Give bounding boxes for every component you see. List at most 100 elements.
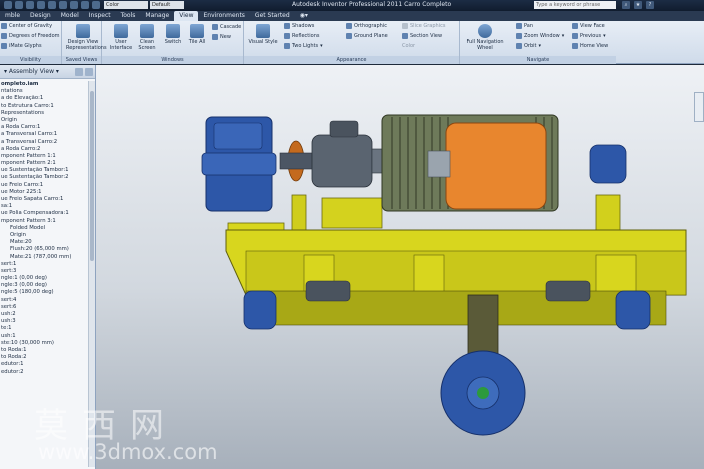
browser-node[interactable]: te:1 xyxy=(0,325,88,332)
beam-rib-2 xyxy=(413,254,445,294)
help-search-input[interactable]: Type a keyword or phrase xyxy=(534,1,616,9)
browser-node[interactable]: edutor:1 xyxy=(0,361,88,368)
update-icon[interactable] xyxy=(81,1,89,9)
redo-icon[interactable] xyxy=(48,1,56,9)
browser-node[interactable]: ue Polia Compensadora:1 xyxy=(0,210,88,217)
browser-node[interactable]: ngle:5 (180,00 deg) xyxy=(0,289,88,296)
browser-node[interactable]: Mate:21 (787,000 mm) xyxy=(0,254,88,261)
tab-design[interactable]: Design xyxy=(25,11,56,21)
browser-node[interactable]: ush:2 xyxy=(0,311,88,318)
browser-node[interactable]: Origin xyxy=(0,232,88,239)
navigation-wheel-icon xyxy=(478,24,492,38)
tab-environments[interactable]: Environments xyxy=(198,11,249,21)
view-face-button[interactable]: View Face xyxy=(572,23,605,29)
view-combo[interactable]: Default xyxy=(150,1,184,9)
browser-node[interactable]: mponent Pattern 1:1 xyxy=(0,153,88,160)
tab-view[interactable]: View xyxy=(174,11,199,21)
browser-node[interactable]: Mate:20 xyxy=(0,239,88,246)
scrollbar-thumb[interactable] xyxy=(90,91,94,261)
undo-icon[interactable] xyxy=(37,1,45,9)
browser-node[interactable]: to Roda:2 xyxy=(0,354,88,361)
pan-button[interactable]: Pan xyxy=(516,23,533,29)
browser-node[interactable]: a Transversal Carro:2 xyxy=(0,139,88,146)
browser-node[interactable]: sert:1 xyxy=(0,261,88,268)
browser-node[interactable]: mponent Pattern 2:1 xyxy=(0,160,88,167)
browser-node[interactable]: ue Freio Sapata Carro:1 xyxy=(0,196,88,203)
tab-tools[interactable]: Tools xyxy=(116,11,141,21)
orthographic-button[interactable]: Orthographic xyxy=(346,23,387,29)
full-navigation-wheel-button[interactable]: Full Navigation Wheel xyxy=(464,24,506,51)
browser-node[interactable]: ue Motor 225:1 xyxy=(0,189,88,196)
appearance-panel: Visual Style Shadows Reflections Two Lig… xyxy=(244,21,460,64)
search-icon[interactable]: ⌕ xyxy=(622,1,630,9)
browser-node[interactable]: ue Freio Carro:1 xyxy=(0,182,88,189)
browser-node[interactable]: sert:3 xyxy=(0,268,88,275)
new-icon[interactable] xyxy=(4,1,12,9)
browser-node[interactable]: sert:6 xyxy=(0,304,88,311)
save-icon[interactable] xyxy=(26,1,34,9)
ground-plane-button[interactable]: Ground Plane xyxy=(346,33,388,39)
pulley-center xyxy=(477,387,489,399)
tab-inspect[interactable]: Inspect xyxy=(84,11,116,21)
visual-style-button[interactable]: Visual Style xyxy=(248,24,278,45)
browser-view-dropdown[interactable]: ▾ Assembly View ▾ xyxy=(4,68,59,75)
browser-node[interactable]: Folded Model xyxy=(0,225,88,232)
navigation-bar[interactable] xyxy=(694,92,704,122)
reflections-button[interactable]: Reflections xyxy=(284,33,319,39)
filter-icon[interactable] xyxy=(75,68,83,76)
browser-node[interactable]: ngle:3 (0,00 deg) xyxy=(0,282,88,289)
home-view-button[interactable]: Home View xyxy=(572,43,608,49)
material-combo[interactable]: Color xyxy=(104,1,148,9)
browser-node[interactable]: a Roda Carro:1 xyxy=(0,124,88,131)
browser-node[interactable]: Flush:20 (65,000 mm) xyxy=(0,246,88,253)
browser-node[interactable]: ush:1 xyxy=(0,333,88,340)
browser-node[interactable]: sert:4 xyxy=(0,297,88,304)
open-icon[interactable] xyxy=(15,1,23,9)
browser-node[interactable]: a de Elevação:1 xyxy=(0,95,88,102)
cascade-button[interactable]: Cascade xyxy=(212,24,241,30)
browser-node[interactable]: ste:10 (30,000 mm) xyxy=(0,340,88,347)
tile-all-button[interactable]: Tile All xyxy=(182,24,212,45)
imate-glyphs-button[interactable]: iMate Glyphs xyxy=(1,43,42,49)
shadows-button[interactable]: Shadows xyxy=(284,23,314,29)
browser-node[interactable]: to Estrutura Carro:1 xyxy=(0,103,88,110)
ribbon-options-icon[interactable]: ◉▾ xyxy=(295,11,313,21)
design-view-representations-button[interactable]: Design View Representations xyxy=(66,24,107,51)
browser-node[interactable]: a Roda Carro:2 xyxy=(0,146,88,153)
orbit-button[interactable]: Orbit ▾ xyxy=(516,43,541,49)
browser-node[interactable]: ntations xyxy=(0,88,88,95)
browser-node[interactable]: ue Sustentação Tambor:1 xyxy=(0,167,88,174)
center-of-gravity-button[interactable]: Center of Gravity xyxy=(1,23,52,29)
graphics-viewport[interactable] xyxy=(96,65,704,469)
tab-get-started[interactable]: Get Started xyxy=(250,11,295,21)
degrees-of-freedom-button[interactable]: Degrees of Freedom xyxy=(1,33,60,39)
browser-node[interactable]: ue Sustentação Tambor:2 xyxy=(0,174,88,181)
tab-manage[interactable]: Manage xyxy=(140,11,174,21)
home-icon[interactable] xyxy=(59,1,67,9)
trolley-assembly-model[interactable] xyxy=(96,65,704,469)
zoom-window-button[interactable]: Zoom Window ▾ xyxy=(516,33,564,39)
tab-assemble[interactable]: mble xyxy=(0,11,25,21)
lighting-dropdown[interactable]: Two Lights ▾ xyxy=(284,43,323,49)
browser-node[interactable]: ompleto.iam xyxy=(0,81,88,88)
subscription-icon[interactable]: ★ xyxy=(634,1,642,9)
section-view-button[interactable]: Section View xyxy=(402,33,442,39)
browser-node[interactable]: edutor:2 xyxy=(0,369,88,376)
slice-graphics-button[interactable]: Slice Graphics xyxy=(402,23,445,29)
new-window-button[interactable]: New xyxy=(212,34,231,40)
find-icon[interactable] xyxy=(85,68,93,76)
browser-node[interactable]: to Roda:1 xyxy=(0,347,88,354)
browser-node[interactable]: Representations xyxy=(0,110,88,117)
select-icon[interactable] xyxy=(92,1,100,9)
browser-node[interactable]: ngle:1 (0,00 deg) xyxy=(0,275,88,282)
previous-view-button[interactable]: Previous ▾ xyxy=(572,33,606,39)
browser-node[interactable]: sa:1 xyxy=(0,203,88,210)
return-icon[interactable] xyxy=(70,1,78,9)
help-icon[interactable]: ? xyxy=(646,1,654,9)
tab-model[interactable]: Model xyxy=(56,11,84,21)
browser-node[interactable]: Origin xyxy=(0,117,88,124)
color-override-dropdown[interactable]: Color xyxy=(402,43,415,49)
browser-node[interactable]: ush:3 xyxy=(0,318,88,325)
browser-node[interactable]: mponent Pattern 3:1 xyxy=(0,218,88,225)
browser-node[interactable]: a Transversal Carro:1 xyxy=(0,131,88,138)
